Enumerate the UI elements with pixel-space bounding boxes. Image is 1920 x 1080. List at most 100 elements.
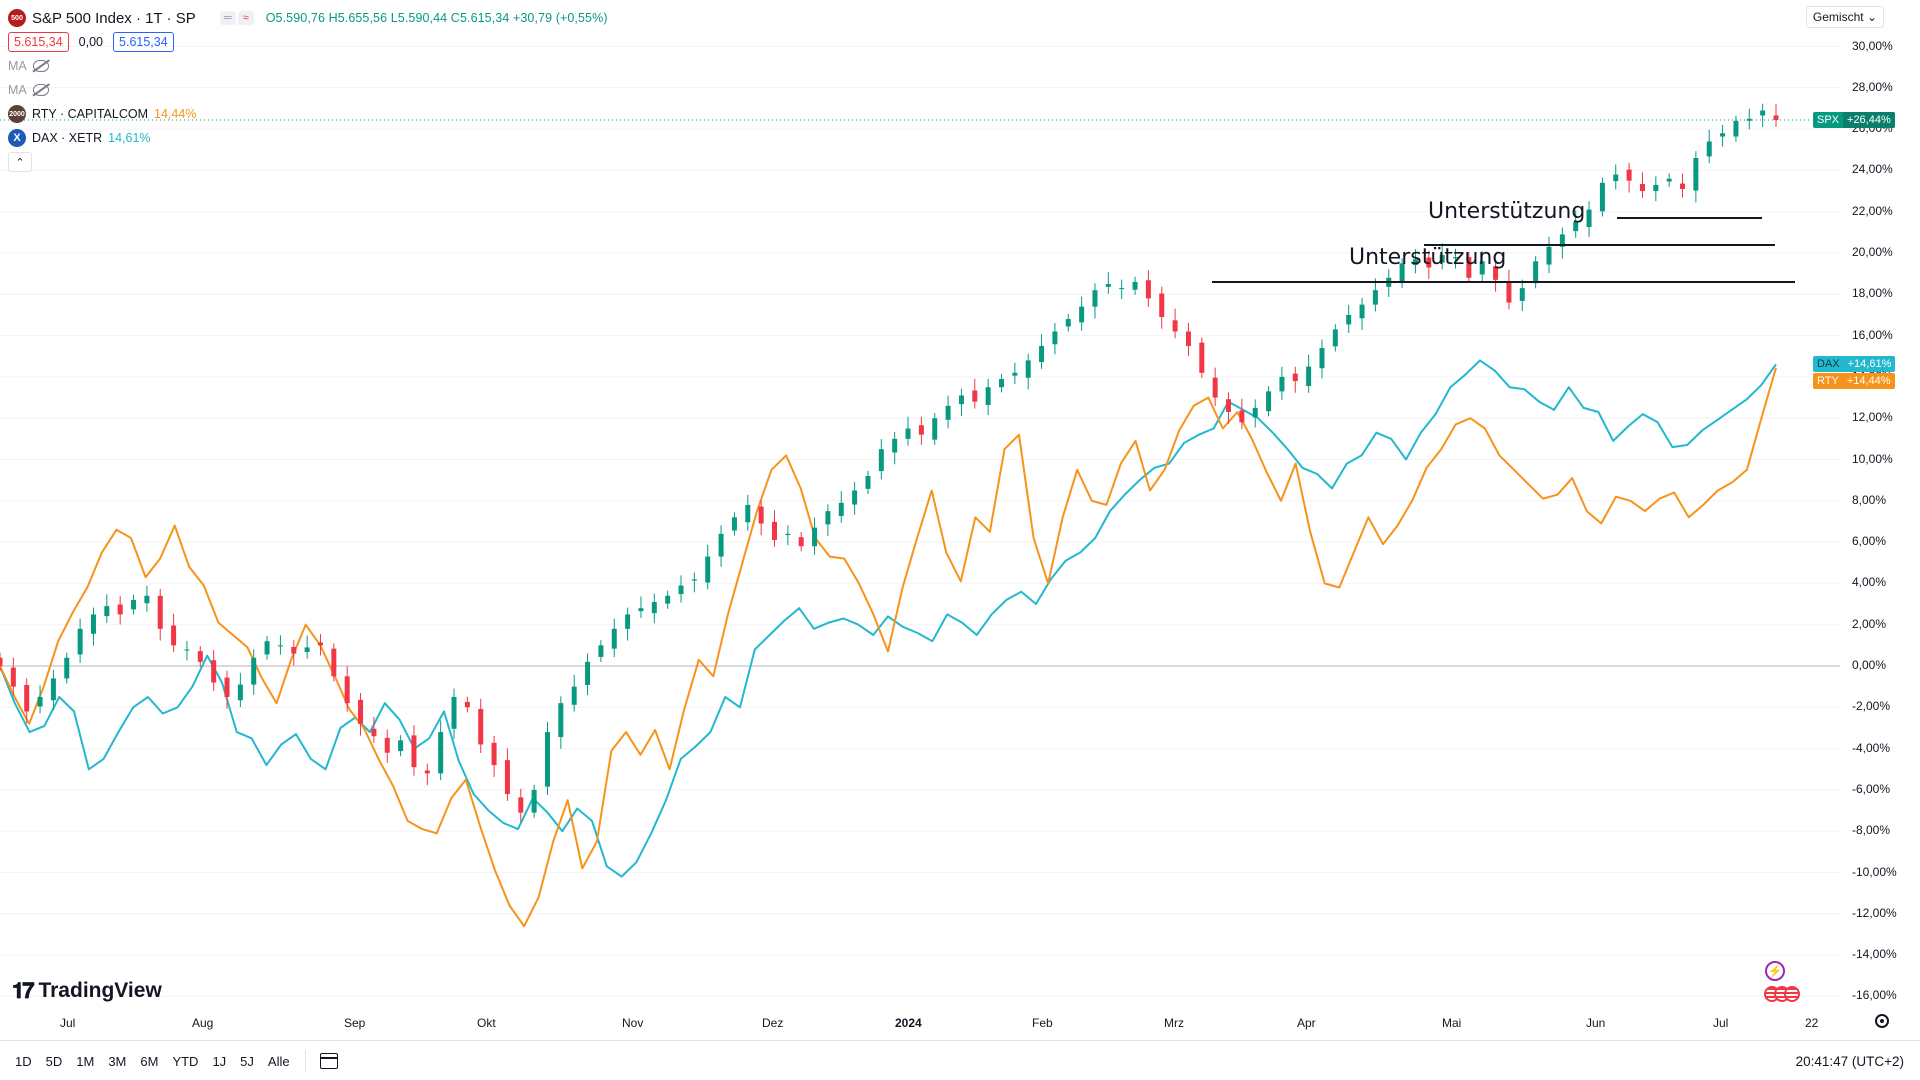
candle-body: [625, 614, 631, 629]
candle-body: [1546, 246, 1552, 265]
candle-body: [1706, 141, 1712, 157]
bid-price[interactable]: 5.615,34: [8, 32, 69, 52]
candle-body: [371, 728, 377, 737]
candle-body: [0, 657, 3, 666]
candle-body: [1012, 372, 1018, 376]
y-axis-label: -16,00%: [1852, 988, 1897, 1003]
range-1m[interactable]: 1M: [71, 1051, 99, 1072]
scale-mode-button[interactable]: Gemischt ⌄: [1805, 6, 1884, 28]
candle-body: [918, 425, 924, 435]
candle-body: [1613, 174, 1619, 182]
candle-body: [1092, 290, 1098, 307]
candle-body: [1252, 407, 1258, 418]
main-symbol-row[interactable]: 500 S&P 500 Index · 1T · SP ═ ≈ O5.590,7…: [8, 6, 608, 30]
eye-off-icon[interactable]: [32, 84, 49, 96]
candle-body: [1359, 304, 1365, 319]
indicator-ma-1[interactable]: MA: [8, 54, 608, 78]
candle-body: [64, 657, 70, 679]
chart-mode-toggle[interactable]: ═ ≈: [219, 11, 254, 25]
symbol-title[interactable]: S&P 500 Index · 1T · SP: [32, 10, 196, 27]
candle-body: [518, 797, 524, 813]
candle-body: [638, 608, 644, 612]
x-axis-label: 22: [1805, 1016, 1819, 1030]
candle-body: [531, 789, 537, 813]
candle-body: [1212, 377, 1218, 398]
range-1d[interactable]: 1D: [10, 1051, 37, 1072]
settings-gear-icon[interactable]: [1875, 1014, 1889, 1028]
candle-body: [24, 684, 30, 712]
candle-body: [905, 428, 911, 439]
support-annotation-lower[interactable]: Unterstützung: [1349, 245, 1506, 270]
quote-row: 5.615,34 0,00 5.615,34: [8, 30, 608, 54]
range-3m[interactable]: 3M: [103, 1051, 131, 1072]
legend-collapse-row: ⌃: [8, 150, 608, 174]
compare-label: DAX · XETR: [32, 131, 103, 145]
candle-body: [1266, 391, 1272, 412]
compare-value: 14,61%: [108, 131, 151, 145]
y-axis-label: 0,00%: [1852, 658, 1887, 672]
candle-body: [90, 614, 96, 634]
compare-row-dax[interactable]: X DAX · XETR 14,61%: [8, 126, 608, 150]
candle-body: [331, 648, 337, 677]
clock-display[interactable]: 20:41:47 (UTC+2): [1796, 1054, 1904, 1069]
candle-body: [798, 537, 804, 547]
candle-body: [705, 556, 711, 583]
candle-body: [37, 696, 43, 707]
chevron-up-icon[interactable]: ⌃: [8, 152, 32, 172]
candle-body: [892, 438, 898, 453]
candle-body: [504, 760, 510, 795]
candle-body: [745, 504, 751, 523]
range-ytd[interactable]: YTD: [167, 1051, 203, 1072]
x-axis-label: 2024: [895, 1016, 922, 1030]
candle-body: [1039, 345, 1045, 363]
candle-body: [50, 678, 56, 701]
indicator-ma-2[interactable]: MA: [8, 78, 608, 102]
candle-body: [758, 506, 764, 524]
candle-body: [865, 476, 871, 489]
rty-logo-icon: 2000: [8, 105, 26, 123]
candle-body: [384, 737, 390, 753]
candle-body: [1132, 281, 1138, 290]
eye-off-icon[interactable]: [32, 60, 49, 72]
candle-body: [211, 660, 217, 683]
candle-body: [1025, 360, 1031, 378]
us-flags-icon[interactable]: [1764, 986, 1800, 1002]
candle-body: [1105, 283, 1111, 287]
compare-row-rty[interactable]: 2000 RTY · CAPITALCOM 14,44%: [8, 102, 608, 126]
candle-body: [1372, 290, 1378, 305]
calendar-icon[interactable]: [319, 1053, 338, 1069]
wave-mode-icon[interactable]: ≈: [237, 11, 254, 25]
range-1j[interactable]: 1J: [207, 1051, 231, 1072]
candle-body: [224, 677, 230, 697]
range-5j[interactable]: 5J: [235, 1051, 259, 1072]
candle-body: [237, 684, 243, 701]
y-axis-label: -2,00%: [1852, 699, 1891, 714]
candle-body: [771, 521, 777, 541]
y-axis-label: 4,00%: [1852, 575, 1887, 590]
candle-body: [1773, 115, 1779, 121]
y-axis-label: 8,00%: [1852, 492, 1887, 507]
toolbar-divider: [304, 1050, 306, 1072]
candle-body: [1306, 366, 1312, 386]
candle-body: [1506, 281, 1512, 303]
chart-window: 500 S&P 500 Index · 1T · SP ═ ≈ O5.590,7…: [0, 0, 1920, 1080]
ask-price[interactable]: 5.615,34: [113, 32, 174, 52]
candle-body: [1533, 261, 1539, 284]
x-axis-label: Sep: [344, 1016, 366, 1030]
bar-mode-icon[interactable]: ═: [219, 11, 236, 25]
candle-body: [825, 511, 831, 525]
range-6m[interactable]: 6M: [135, 1051, 163, 1072]
range-all[interactable]: Alle: [263, 1051, 295, 1072]
candle-body: [1680, 183, 1686, 189]
support-annotation-upper[interactable]: Unterstützung: [1428, 199, 1585, 224]
range-5d[interactable]: 5D: [41, 1051, 68, 1072]
lightning-icon[interactable]: ⚡: [1765, 961, 1785, 981]
candle-body: [812, 527, 818, 547]
candle-body: [1319, 347, 1325, 369]
candle-body: [344, 676, 350, 704]
candle-body: [451, 696, 457, 729]
candle-body: [611, 628, 617, 649]
x-axis-label: Apr: [1297, 1016, 1316, 1030]
candle-body: [691, 579, 697, 581]
candle-body: [291, 647, 297, 654]
